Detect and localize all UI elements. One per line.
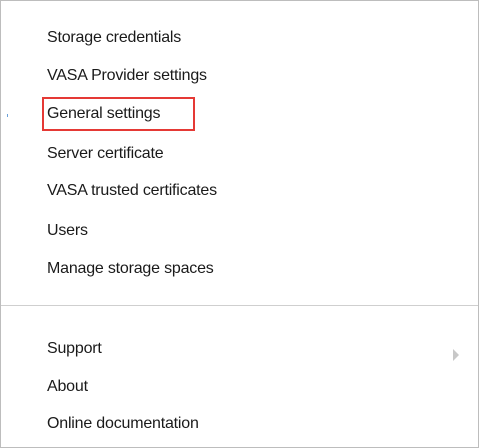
menu-item-server-certificate[interactable]: Server certificate: [47, 141, 164, 167]
menu-item-users[interactable]: Users: [47, 218, 88, 244]
menu-item-vasa-provider-settings[interactable]: VASA Provider settings: [47, 63, 207, 89]
focus-mark: [7, 114, 8, 117]
menu-item-support[interactable]: Support: [47, 336, 102, 362]
menu-item-online-documentation[interactable]: Online documentation: [47, 411, 199, 437]
settings-menu: Storage credentials VASA Provider settin…: [0, 0, 479, 448]
menu-item-storage-credentials[interactable]: Storage credentials: [47, 25, 181, 51]
menu-item-manage-storage-spaces[interactable]: Manage storage spaces: [47, 256, 214, 282]
menu-item-about[interactable]: About: [47, 374, 88, 400]
menu-item-general-settings[interactable]: General settings: [47, 101, 161, 127]
menu-divider: [1, 305, 478, 306]
menu-item-vasa-trusted-certificates[interactable]: VASA trusted certificates: [47, 178, 217, 204]
chevron-right-icon: [453, 349, 459, 361]
